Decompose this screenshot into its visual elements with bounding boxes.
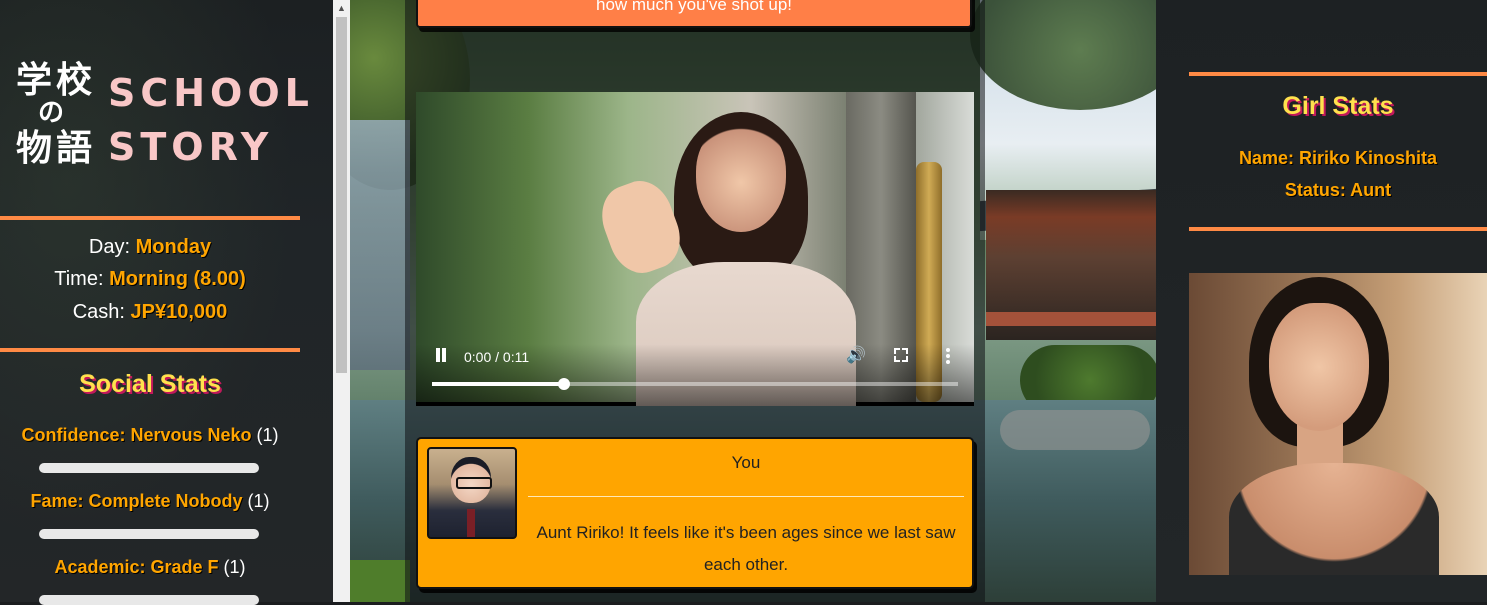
- video-progress-bar[interactable]: [432, 378, 958, 390]
- day-label: Day:: [88, 236, 130, 258]
- scrollbar-thumb[interactable]: [336, 17, 347, 373]
- dialog-divider: [528, 496, 964, 497]
- dialog-speaker: You: [731, 453, 761, 472]
- logo-title-line2: STORY: [108, 125, 274, 169]
- time-value: Morning (8.00): [109, 268, 246, 290]
- girl-name: Name: Ririko Kinoshita: [1238, 148, 1438, 168]
- more-options-icon[interactable]: [946, 348, 950, 364]
- dialog-text: Aunt Ririko! It feels like it's been age…: [536, 523, 956, 574]
- social-stats-title: Social Stats: [79, 370, 221, 398]
- time-stat: Time: Morning (8.00): [0, 268, 300, 291]
- dialog-box[interactable]: You Aunt Ririko! It feels like it's been…: [416, 437, 974, 589]
- divider: [1189, 227, 1487, 231]
- fullscreen-icon[interactable]: [894, 348, 908, 362]
- logo-title: SCHOOL STORY: [108, 66, 314, 174]
- social-stat-label: Fame: Complete Nobody: [30, 491, 243, 511]
- scene-grass: [350, 560, 410, 602]
- social-stat-label: Academic: Grade F: [54, 557, 219, 577]
- video-character-face: [696, 122, 786, 232]
- confidence-progress-bar: [39, 463, 259, 473]
- scene-rocks: [1000, 410, 1150, 450]
- day-value: Monday: [135, 236, 212, 258]
- social-stat-label: Confidence: Nervous Neko: [21, 425, 252, 445]
- social-stat-confidence: Confidence: Nervous Neko (1): [0, 425, 300, 446]
- right-sidebar: Girl Stats Name: Ririko Kinoshita Status…: [1156, 0, 1487, 602]
- academic-progress-bar: [39, 595, 259, 605]
- logo-kanji: 学 校 の 物 語: [16, 60, 102, 170]
- cash-label: Cash:: [72, 301, 125, 323]
- logo-kanji-char: 語: [56, 128, 93, 169]
- social-stat-fame: Fame: Complete Nobody (1): [0, 491, 300, 512]
- previous-dialog-text: how much you've shot up!: [595, 0, 793, 14]
- avatar-glasses: [456, 477, 492, 489]
- sidebar-scrollbar[interactable]: ▲: [333, 0, 350, 602]
- left-sidebar: 学 校 の 物 語 SCHOOL STORY Day: Monday Time:…: [0, 0, 333, 605]
- video-progress-knob[interactable]: [557, 378, 570, 390]
- divider: [0, 216, 300, 220]
- portrait-face: [1269, 303, 1369, 431]
- girl-stats-title: Girl Stats: [1282, 92, 1394, 120]
- social-stat-level: (1): [256, 425, 279, 445]
- day-stat: Day: Monday: [0, 236, 300, 259]
- speaker-avatar: [427, 447, 517, 539]
- scene-railing: [986, 312, 1156, 326]
- logo-kanji-char: の: [38, 98, 65, 128]
- divider: [1189, 72, 1487, 76]
- divider: [0, 348, 300, 352]
- logo-title-line1: SCHOOL: [108, 71, 314, 115]
- scene-building: [350, 120, 410, 370]
- cash-value: JP¥10,000: [130, 301, 228, 323]
- social-stat-academic: Academic: Grade F (1): [0, 557, 300, 578]
- fame-progress-bar: [39, 529, 259, 539]
- time-label: Time:: [54, 268, 104, 290]
- social-stat-level: (1): [223, 557, 246, 577]
- pause-icon[interactable]: [434, 348, 448, 364]
- logo-kanji-char: 物: [16, 128, 53, 169]
- scroll-up-arrow-icon[interactable]: ▲: [333, 0, 350, 17]
- video-player[interactable]: 0:00 / 0:11 🔊: [416, 92, 974, 406]
- portrait-torso: [1229, 463, 1439, 575]
- previous-dialog-card: how much you've shot up!: [416, 0, 972, 28]
- girl-portrait: [1189, 273, 1487, 575]
- cash-stat: Cash: JP¥10,000: [0, 301, 300, 324]
- video-progress-fill: [432, 382, 564, 386]
- volume-icon[interactable]: 🔊: [846, 347, 866, 365]
- video-time: 0:00 / 0:11: [464, 349, 530, 365]
- avatar-tie: [467, 509, 475, 537]
- social-stat-level: (1): [247, 491, 270, 511]
- girl-status: Status: Aunt: [1284, 180, 1392, 200]
